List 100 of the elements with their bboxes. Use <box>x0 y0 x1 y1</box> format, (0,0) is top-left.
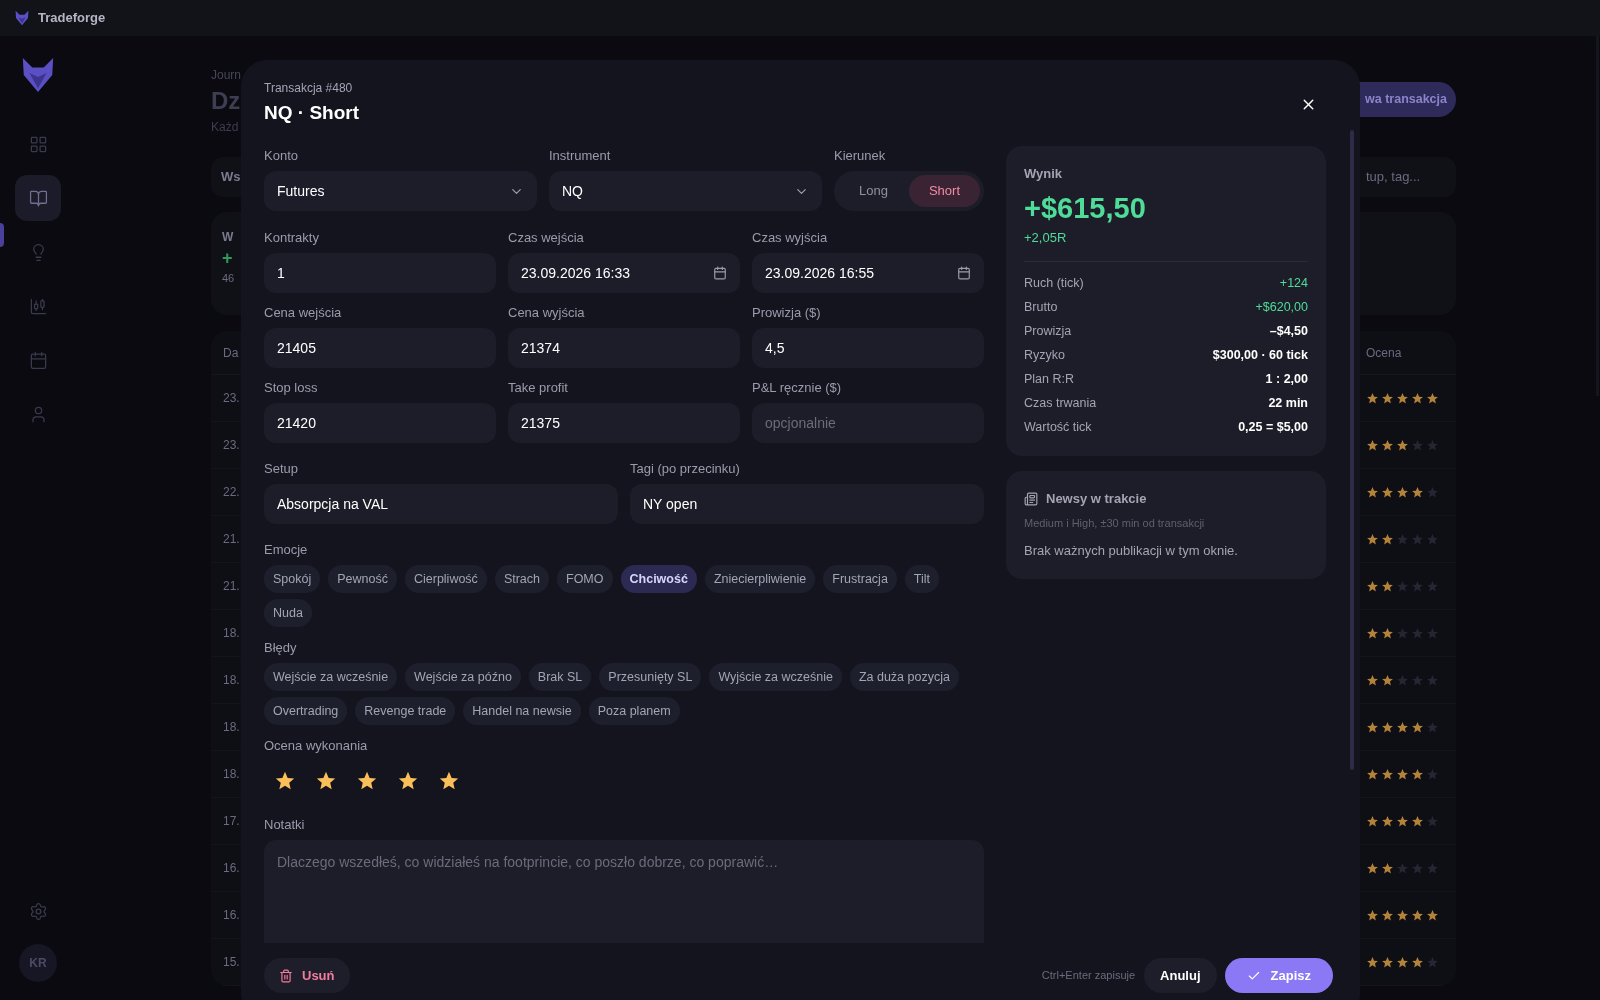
star-icon[interactable] <box>438 770 460 792</box>
input-field[interactable]: 4,5 <box>752 328 984 368</box>
tag-chip[interactable]: FOMO <box>557 565 613 593</box>
grid-icon <box>28 134 48 154</box>
star-icon[interactable] <box>397 770 419 792</box>
cancel-button[interactable]: Anuluj <box>1144 958 1217 993</box>
tag-chip[interactable]: Handel na newsie <box>463 697 581 725</box>
input-field[interactable]: 21374 <box>508 328 740 368</box>
column-header: Da <box>223 344 239 362</box>
star-icon <box>1366 626 1379 640</box>
tag-chip[interactable]: Brak SL <box>528 663 592 691</box>
shortcut-hint: Ctrl+Enter zapisuje <box>1041 968 1136 984</box>
select-field[interactable]: Futures <box>264 171 537 211</box>
star-icon[interactable] <box>356 770 378 792</box>
tag-chip[interactable]: Overtrading <box>264 697 348 725</box>
table-cell-text: 18. <box>223 625 240 642</box>
star-icon <box>1411 814 1424 828</box>
save-button[interactable]: Zapisz <box>1224 958 1333 993</box>
pnl-value: +$615,50 <box>1024 190 1147 226</box>
table-cell-text: 18. <box>223 719 240 736</box>
datetime-field[interactable]: 23.09.2026 16:33 <box>508 253 740 293</box>
tag-chip[interactable]: Spokój <box>264 565 321 593</box>
delete-button[interactable]: Usuń <box>264 958 350 993</box>
star-icon <box>1426 532 1439 546</box>
stat-label: W <box>222 229 234 246</box>
input-field[interactable]: 21405 <box>264 328 496 368</box>
news-empty-text: Brak ważnych publikacji w tym oknie. <box>1024 542 1239 560</box>
tag-chip[interactable]: Pewność <box>328 565 397 593</box>
tag-chip[interactable]: Nuda <box>264 599 312 627</box>
tag-chip[interactable]: Cierpliwość <box>404 565 487 593</box>
stat-value: 22 min <box>1268 395 1308 412</box>
input-field[interactable]: 1 <box>264 253 496 293</box>
tag-chip[interactable]: Chciwość <box>620 565 697 593</box>
candlestick-icon <box>28 296 48 316</box>
input-field[interactable]: Absorpcja na VAL <box>264 484 618 524</box>
direction-option[interactable]: Short <box>909 175 980 207</box>
tag-chip[interactable]: Poza planem <box>588 697 680 725</box>
star-icon <box>1366 532 1379 546</box>
star-icon <box>1396 720 1409 734</box>
input-field[interactable]: 21420 <box>264 403 496 443</box>
table-cell-text: 22. <box>223 484 240 501</box>
star-icon <box>1396 861 1409 875</box>
star-icon <box>1411 861 1424 875</box>
table-cell-text: 16. <box>223 907 240 924</box>
tag-chip[interactable]: Zniecierpliwienie <box>704 565 816 593</box>
datetime-field[interactable]: 23.09.2026 16:55 <box>752 253 984 293</box>
tag-chip[interactable]: Wyjście za wcześnie <box>709 663 842 691</box>
star-icon <box>1366 673 1379 687</box>
tag-chip[interactable]: Frustracja <box>823 565 897 593</box>
star-icon <box>1411 485 1424 499</box>
star-icon <box>1396 908 1409 922</box>
book-icon <box>28 188 48 208</box>
dialog-title: NQ · Short <box>264 101 359 125</box>
input-field[interactable]: NY open <box>630 484 984 524</box>
tag-chip[interactable]: Wejście za późno <box>405 663 521 691</box>
stat-label: Brutto <box>1024 299 1058 316</box>
star-icon <box>1426 861 1439 875</box>
table-cell-text: 18. <box>223 766 240 783</box>
dialog-scrollbar[interactable] <box>1350 130 1354 770</box>
search-field[interactable]: tup, tag... <box>1366 167 1446 187</box>
table-cell-text: 15. <box>223 954 240 971</box>
sidebar-item[interactable] <box>15 175 61 221</box>
star-icon[interactable] <box>274 770 296 792</box>
field-label: Czas wejścia <box>508 230 585 246</box>
tag-chip[interactable]: Wejście za wcześnie <box>264 663 398 691</box>
stat-value: 0,25 = $5,00 <box>1238 419 1308 436</box>
select-field[interactable]: NQ <box>549 171 822 211</box>
field-label: Kierunek <box>834 148 887 164</box>
filter-button[interactable]: Ws <box>221 167 241 187</box>
field-label: Cena wejścia <box>264 305 343 321</box>
star-icon <box>1366 485 1379 499</box>
tag-chip[interactable]: Strach <box>494 565 549 593</box>
star-icon <box>1396 626 1409 640</box>
page-subtitle: Każd <box>211 119 240 136</box>
field-label: P&L ręcznie ($) <box>752 380 843 396</box>
star-icon <box>1426 673 1439 687</box>
field-label: Kontrakty <box>264 230 320 246</box>
table-cell-text: 18. <box>223 672 240 689</box>
star-icon[interactable] <box>315 770 337 792</box>
tag-chip[interactable]: Revenge trade <box>355 697 456 725</box>
tag-chip[interactable]: Za duża pozycja <box>849 663 959 691</box>
star-icon <box>1366 814 1379 828</box>
star-icon <box>1411 908 1424 922</box>
star-icon <box>1396 438 1409 452</box>
star-icon <box>1366 579 1379 593</box>
direction-option[interactable]: Long <box>838 175 909 207</box>
trash-icon <box>279 968 293 983</box>
section-label: Ocena wykonania <box>264 738 369 754</box>
field-label: Cena wyjścia <box>508 305 586 321</box>
tag-chip[interactable]: Przesunięty SL <box>599 663 702 691</box>
star-icon <box>1381 908 1394 922</box>
star-icon <box>1396 485 1409 499</box>
star-icon <box>1381 485 1394 499</box>
star-icon <box>1366 438 1379 452</box>
stat-label: Ryzyko <box>1024 347 1065 364</box>
input-field[interactable]: 21375 <box>508 403 740 443</box>
star-icon <box>1396 814 1409 828</box>
card-title: Newsy w trakcie <box>1046 490 1147 508</box>
tag-chip[interactable]: Tilt <box>904 565 940 593</box>
star-icon <box>1411 626 1424 640</box>
